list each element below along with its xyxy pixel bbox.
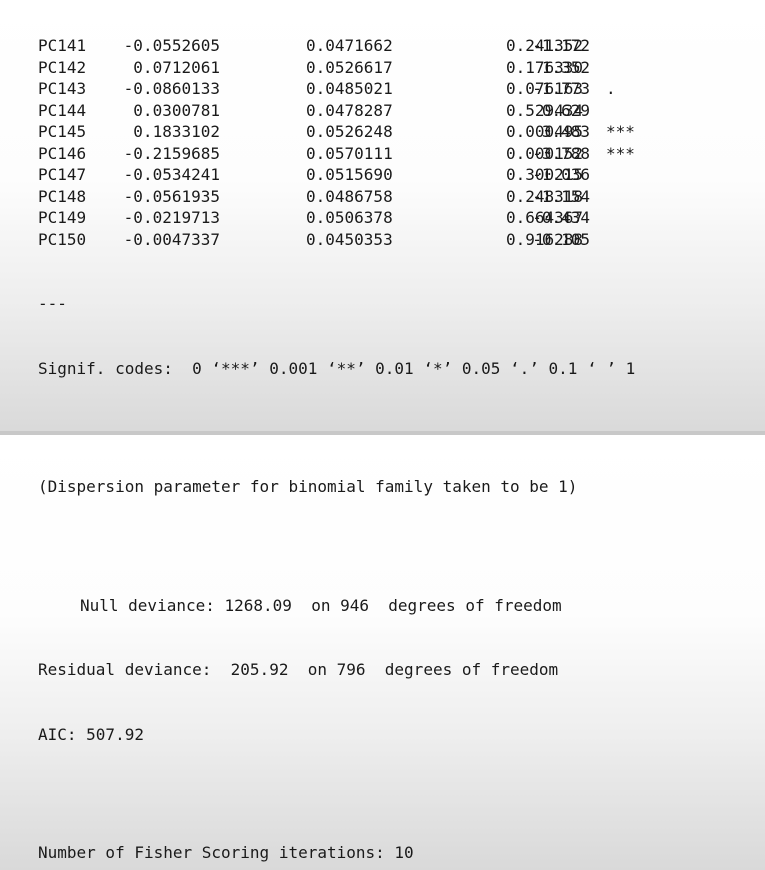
coef-p-value: 0.176330 [506,57,584,77]
coef-estimate: -0.0860133 [123,79,220,98]
coef-estimate: -0.0552605 [123,36,220,55]
coef-name: PC143 [38,79,87,98]
coef-name: PC145 [38,122,87,141]
coef-estimate: -0.0561935 [123,186,220,206]
coef-std-error: 0.0506378 [306,208,393,227]
coef-name: PC147 [38,165,87,184]
coef-p-value: 0.300215 [506,165,584,184]
coef-std-error: 0.0526617 [306,57,393,77]
aic-line: AIC: 507.92 [38,724,144,744]
window-bottom-edge [0,431,765,435]
coef-name: PC142 [38,57,87,77]
coef-name: PC144 [38,100,87,120]
coef-p-value: 0.000495 [506,122,584,141]
coefficient-row: PC144 0.0300781 0.0478287 0.629 0.529434 [38,100,758,122]
coef-name: PC149 [38,208,87,227]
coef-signif-code: *** [606,122,635,141]
coef-p-value: 0.076163 [506,79,584,98]
coefficient-row: PC145 0.1833102 0.0526248 3.483 0.000495 *** [38,121,758,143]
coefficient-row: PC146 -0.2159685 0.0570111 -3.788 0.000152 **… [38,143,758,165]
coef-p-value: 0.916288 [506,229,584,249]
coef-estimate: 0.1833102 [133,122,220,141]
coef-std-error: 0.0485021 [306,79,393,98]
coef-name: PC150 [38,229,87,249]
coefficient-row: PC147 -0.0534241 0.0515690 -1.036 0.300215 [38,164,758,186]
null-deviance-line: Null deviance: 1268.09 on 946 degrees of… [80,595,562,615]
coef-estimate: -0.0534241 [123,165,220,184]
coef-std-error: 0.0515690 [306,165,393,184]
coef-std-error: 0.0486758 [306,186,393,206]
console-output: PC141 -0.0552605 0.0471662 -1.172 0.241352 PC… [38,0,758,862]
coef-name: PC146 [38,143,87,163]
coef-std-error: 0.0450353 [306,229,393,249]
coef-p-value: 0.529434 [506,100,584,120]
coef-estimate: 0.0712061 [133,57,220,77]
coef-name: PC148 [38,186,87,206]
coefficient-row: PC149 -0.0219713 0.0506378 -0.434 0.664367 [38,207,758,229]
coef-std-error: 0.0471662 [306,36,393,55]
coef-estimate: -0.0047337 [123,229,220,249]
coef-std-error: 0.0570111 [306,143,393,163]
coefficient-row: PC142 0.0712061 0.0526617 1.352 0.176330 [38,57,758,79]
coef-signif-code: . [606,79,616,98]
coef-estimate: -0.0219713 [123,208,220,227]
coef-signif-code: *** [606,143,635,163]
dispersion-line: (Dispersion parameter for binomial famil… [38,477,578,496]
coefficient-row: PC148 -0.0561935 0.0486758 -1.154 0.248318 [38,186,758,208]
coef-p-value: 0.248318 [506,186,584,206]
coef-estimate: 0.0300781 [133,100,220,120]
coef-std-error: 0.0526248 [306,122,393,141]
coef-p-value: 0.241352 [506,36,584,55]
coefficient-table: PC141 -0.0552605 0.0471662 -1.172 0.241352 PC… [38,35,758,250]
coef-p-value: 0.664367 [506,208,584,227]
r-console-screen: { "coefficients": [ {"name": "PC141", "e… [0,0,765,862]
fisher-iterations-line: Number of Fisher Scoring iterations: 10 [38,843,414,862]
residual-deviance-line: Residual deviance: 205.92 on 796 degrees… [38,660,559,679]
coef-p-value: 0.000152 [506,143,584,163]
coef-name: PC141 [38,36,87,55]
signif-codes-line: Signif. codes: 0 ‘***’ 0.001 ‘**’ 0.01 ‘… [38,358,636,378]
coefficient-row: PC141 -0.0552605 0.0471662 -1.172 0.241352 [38,35,758,57]
separator-line: --- [38,294,67,313]
coefficient-row: PC143 -0.0860133 0.0485021 -1.773 0.076163. [38,78,758,100]
coef-estimate: -0.2159685 [123,143,220,163]
coef-std-error: 0.0478287 [306,100,393,120]
coefficient-row: PC150 -0.0047337 0.0450353 -0.105 0.916288 [38,229,758,251]
